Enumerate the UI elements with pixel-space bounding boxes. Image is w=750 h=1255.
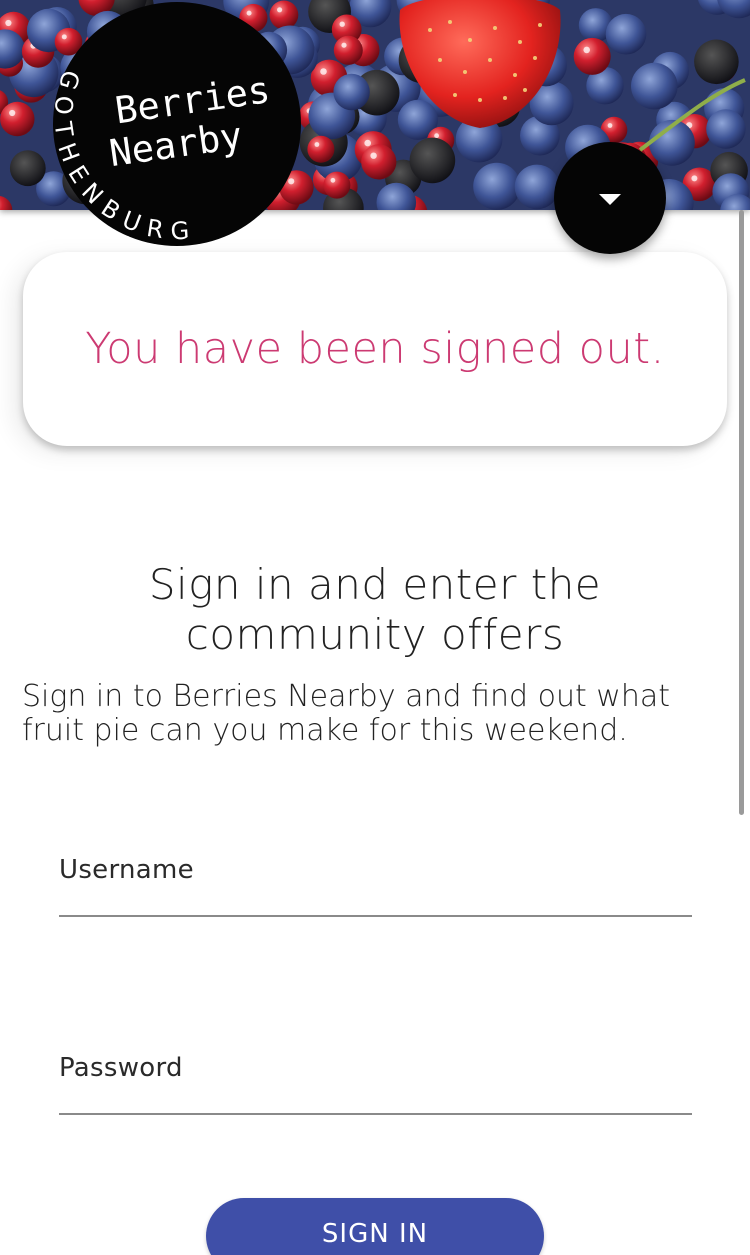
- intro-text-line-2: fruit pie can you make for this weekend.: [22, 713, 628, 748]
- berries-nearby-logo[interactable]: Berries Nearby GOTHENBURG: [48, 2, 302, 247]
- signed-out-message: You have been signed out.: [85, 324, 665, 374]
- heading-line-2: community offers: [185, 610, 565, 659]
- page-heading: Sign in and enter the community offers: [0, 560, 750, 660]
- password-input[interactable]: [59, 1053, 696, 1115]
- sign-in-page: Berries Nearby GOTHENBURG You have been …: [0, 0, 750, 1255]
- signed-out-notice: You have been signed out.: [23, 252, 727, 446]
- intro-text: Sign in to Berries Nearby and find out w…: [22, 680, 732, 748]
- caret-down-icon: [599, 193, 621, 205]
- page-scrollbar[interactable]: [739, 210, 744, 815]
- username-input[interactable]: [59, 855, 696, 917]
- sign-in-button[interactable]: SIGN IN: [206, 1198, 544, 1255]
- heading-line-1: Sign in and enter the: [148, 560, 602, 609]
- intro-text-line-1: Sign in to Berries Nearby and find out w…: [22, 679, 670, 714]
- menu-dropdown-button[interactable]: [554, 142, 666, 254]
- password-field[interactable]: Password: [59, 1053, 696, 1115]
- username-field[interactable]: Username: [59, 855, 696, 917]
